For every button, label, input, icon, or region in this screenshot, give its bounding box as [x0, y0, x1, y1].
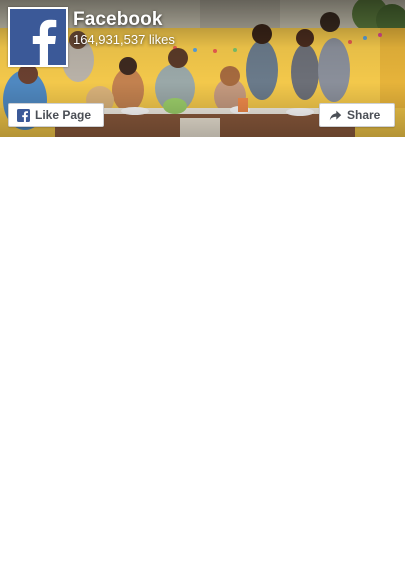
share-label: Share	[347, 108, 381, 122]
facebook-logo-icon	[10, 9, 66, 65]
like-page-button[interactable]: Like Page	[8, 103, 104, 127]
like-page-label: Like Page	[35, 108, 92, 122]
share-arrow-icon	[329, 109, 342, 122]
page-avatar[interactable]	[8, 7, 68, 67]
share-button[interactable]: Share	[319, 103, 395, 127]
page-name[interactable]: Facebook	[73, 9, 163, 31]
likes-count: 164,931,537 likes	[73, 32, 175, 47]
facebook-f-icon	[17, 108, 30, 122]
page-plugin: Facebook 164,931,537 likes Like Page Sha…	[0, 0, 405, 137]
